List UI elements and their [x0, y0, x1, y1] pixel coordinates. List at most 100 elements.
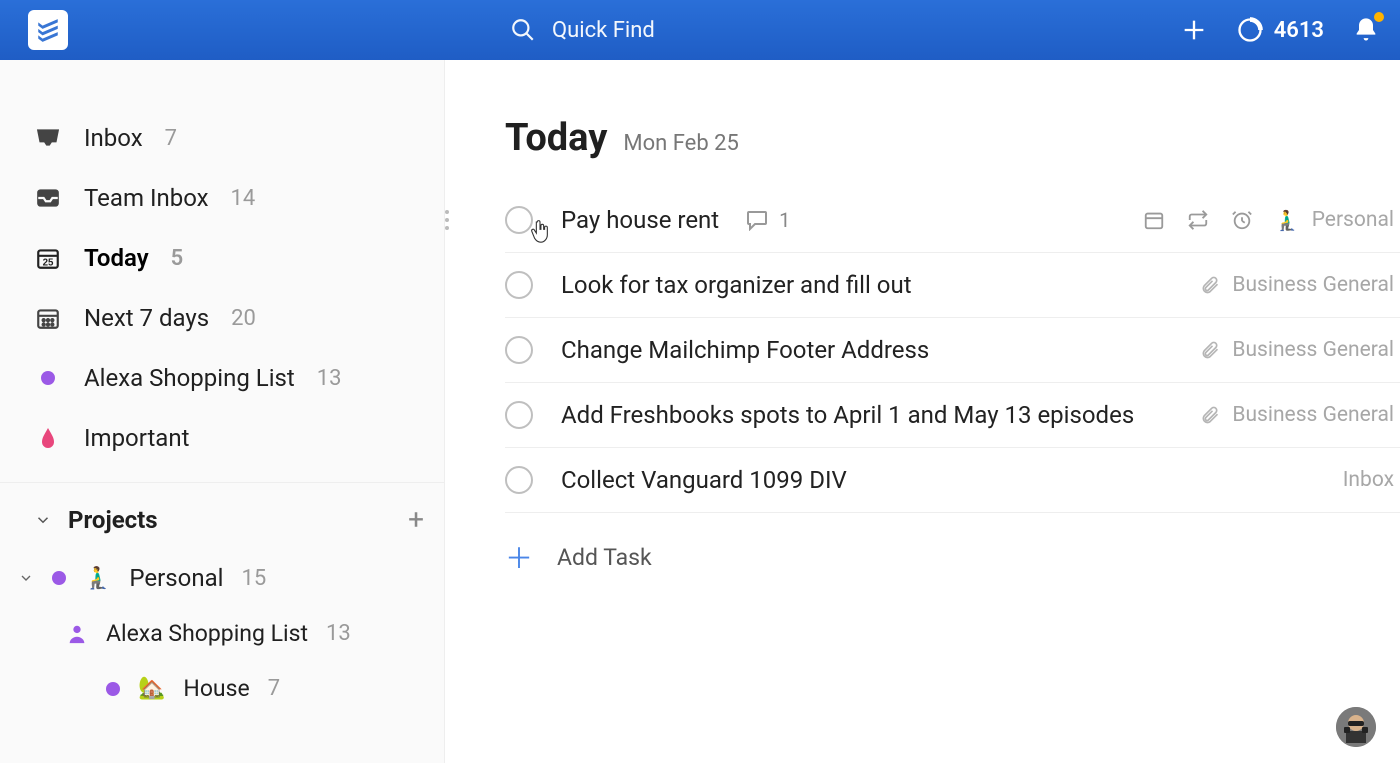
add-task-label: Add Task — [557, 544, 652, 571]
view-title: Today — [505, 116, 607, 160]
task-project-tag[interactable]: Inbox — [1343, 468, 1394, 492]
quick-find[interactable]: Quick Find — [510, 17, 655, 43]
karma-button[interactable]: 4613 — [1236, 16, 1324, 44]
avatar-image — [1336, 707, 1376, 747]
task-row[interactable]: Look for tax organizer and fill out Busi… — [505, 253, 1400, 318]
person-emoji-icon: 🧎‍♂️ — [1275, 208, 1300, 232]
task-row[interactable]: Collect Vanguard 1099 DIV Inbox — [505, 448, 1400, 513]
project-count: 13 — [326, 621, 351, 646]
top-bar: Quick Find 4613 — [0, 0, 1400, 60]
project-name: Inbox — [1343, 468, 1394, 492]
task-schedule-button[interactable] — [1143, 209, 1165, 231]
task-row[interactable]: Add Freshbooks spots to April 1 and May … — [505, 383, 1400, 448]
karma-progress-icon — [1236, 16, 1264, 44]
view-subtitle: Mon Feb 25 — [623, 131, 739, 156]
task-row[interactable]: Change Mailchimp Footer Address Business… — [505, 318, 1400, 383]
project-color-dot — [106, 682, 120, 696]
task-title: Look for tax organizer and fill out — [561, 271, 912, 299]
chevron-down-icon — [18, 570, 34, 586]
todoist-logo-icon — [35, 17, 61, 43]
main-view: Today Mon Feb 25 Pay house rent 1 — [445, 60, 1400, 763]
task-row[interactable]: Pay house rent 1 🧎‍♂️ Personal — [505, 188, 1400, 253]
sidebar-filter-alexa[interactable]: Alexa Shopping List 13 — [0, 348, 444, 408]
task-checkbox[interactable] — [505, 271, 533, 299]
sidebar-filter-important[interactable]: Important — [0, 408, 444, 468]
project-color-dot — [52, 571, 66, 585]
drag-handle-icon[interactable] — [445, 208, 451, 232]
add-project-button[interactable]: + — [408, 503, 424, 536]
drop-icon — [34, 428, 62, 448]
task-title: Change Mailchimp Footer Address — [561, 336, 929, 364]
task-project-tag[interactable]: Business General — [1232, 273, 1394, 297]
team-inbox-icon — [34, 187, 62, 209]
plus-icon: ＋ — [505, 537, 533, 577]
quick-find-placeholder: Quick Find — [552, 18, 655, 43]
project-label: House — [183, 675, 249, 702]
repeat-icon — [1187, 209, 1209, 231]
comment-icon — [745, 209, 769, 231]
person-icon — [66, 623, 88, 645]
search-icon — [510, 17, 536, 43]
add-task-button[interactable]: ＋ Add Task — [445, 513, 1400, 601]
project-color-dot — [41, 371, 55, 385]
sidebar-label: Inbox — [84, 124, 143, 152]
task-recurring-button[interactable] — [1187, 209, 1209, 231]
inbox-icon — [34, 127, 62, 149]
task-title: Add Freshbooks spots to April 1 and May … — [561, 401, 1134, 429]
sidebar-next-7-days[interactable]: Next 7 days 20 — [0, 288, 444, 348]
project-count: 15 — [241, 566, 266, 591]
sidebar-label: Next 7 days — [84, 304, 209, 332]
project-label: Personal — [129, 564, 223, 592]
sidebar-label: Today — [84, 244, 149, 272]
sidebar-label: Team Inbox — [84, 184, 209, 212]
sidebar-label: Alexa Shopping List — [84, 364, 295, 392]
alarm-icon — [1231, 209, 1253, 231]
task-checkbox[interactable] — [505, 401, 533, 429]
sidebar-inbox[interactable]: Inbox 7 — [0, 108, 444, 168]
sidebar-count: 20 — [231, 306, 256, 331]
projects-header[interactable]: Projects + — [0, 482, 444, 550]
sidebar-count: 14 — [231, 186, 256, 211]
task-project-tag[interactable]: Personal — [1312, 208, 1394, 232]
project-name: Business General — [1232, 403, 1394, 427]
person-emoji-icon: 🧎‍♂️ — [84, 566, 111, 591]
sidebar: Inbox 7 Team Inbox 14 25 Today 5 Next 7 … — [0, 60, 445, 763]
project-name: Business General — [1232, 273, 1394, 297]
project-personal[interactable]: 🧎‍♂️ Personal 15 — [0, 550, 444, 606]
karma-count: 4613 — [1274, 18, 1324, 43]
chevron-down-icon — [34, 511, 52, 529]
task-comments-button[interactable]: 1 — [745, 208, 790, 232]
calendar-icon — [1143, 209, 1165, 231]
task-project-tag[interactable]: Business General — [1232, 338, 1394, 362]
house-emoji-icon: 🏡 — [138, 676, 165, 701]
user-avatar[interactable] — [1336, 707, 1376, 747]
attachment-icon — [1200, 405, 1220, 425]
project-label: Alexa Shopping List — [106, 620, 308, 647]
svg-text:25: 25 — [43, 258, 54, 269]
plus-icon — [1180, 16, 1208, 44]
attachment-icon — [1200, 275, 1220, 295]
task-project-tag[interactable]: Business General — [1232, 403, 1394, 427]
sidebar-label: Important — [84, 424, 189, 452]
cursor-hand-icon — [529, 220, 551, 246]
app-logo[interactable] — [28, 10, 68, 50]
project-house[interactable]: 🏡 House 7 — [0, 661, 444, 716]
project-name: Business General — [1232, 338, 1394, 362]
add-task-button[interactable] — [1180, 16, 1208, 44]
sidebar-count: 13 — [317, 366, 342, 391]
task-title: Collect Vanguard 1099 DIV — [561, 466, 847, 494]
sidebar-team-inbox[interactable]: Team Inbox 14 — [0, 168, 444, 228]
project-alexa-shopping[interactable]: Alexa Shopping List 13 — [0, 606, 444, 661]
notifications-button[interactable] — [1352, 16, 1380, 44]
project-count: 7 — [268, 676, 280, 701]
sidebar-today[interactable]: 25 Today 5 — [0, 228, 444, 288]
task-reminder-button[interactable] — [1231, 209, 1253, 231]
task-checkbox[interactable] — [505, 466, 533, 494]
task-title: Pay house rent — [561, 206, 719, 234]
project-name: Personal — [1312, 208, 1394, 232]
projects-label: Projects — [68, 506, 158, 534]
task-checkbox[interactable] — [505, 336, 533, 364]
bell-icon — [1352, 16, 1380, 44]
task-checkbox[interactable] — [505, 206, 533, 234]
comment-count: 1 — [779, 208, 790, 232]
